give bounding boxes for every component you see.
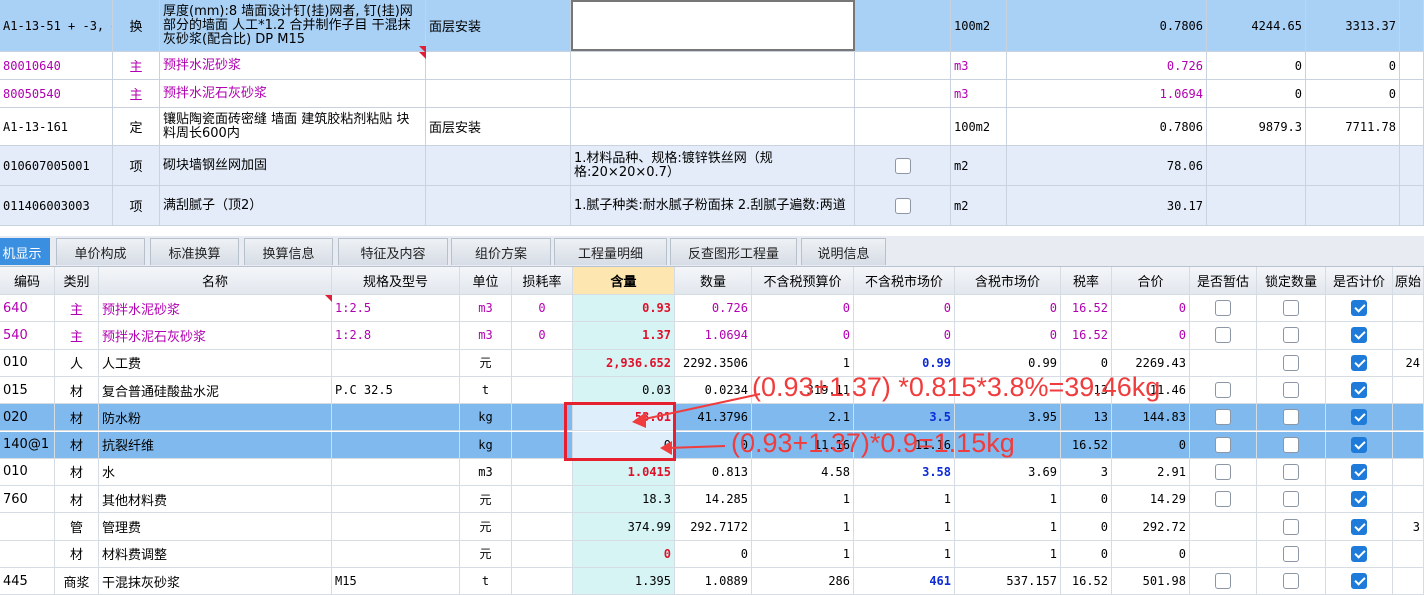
- annotation-arrows: [632, 393, 761, 455]
- arrow-head-1: [632, 412, 646, 428]
- annotation-formula-2: (0.93+1.37)*0.9=1.15kg: [731, 428, 1015, 458]
- arrow-head-2: [660, 441, 672, 455]
- annotation-formula-1: (0.93+1.37) *0.815*3.8%=39.46kg: [752, 372, 1161, 402]
- arrow-line-2: [667, 445, 726, 449]
- arrow-line-1: [639, 393, 761, 421]
